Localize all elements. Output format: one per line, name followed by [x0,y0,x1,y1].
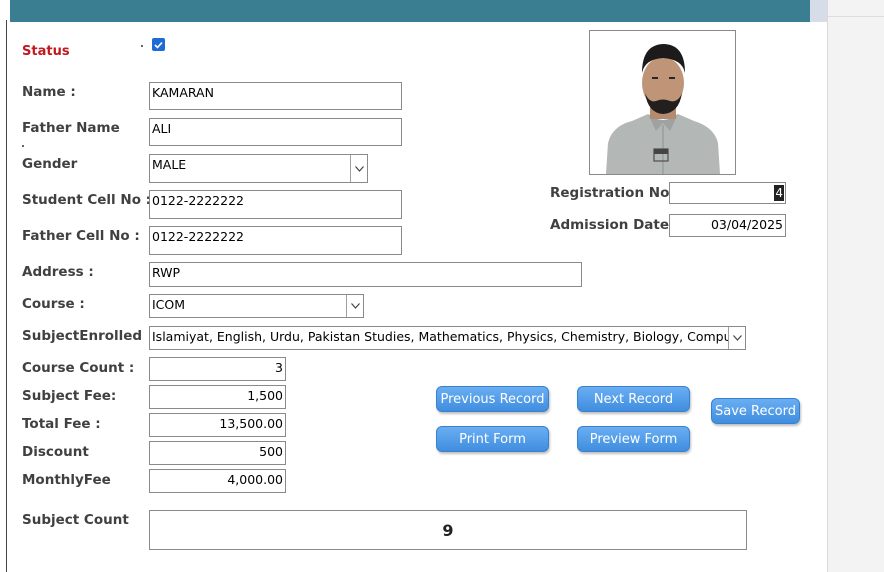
monthly-fee-label: MonthlyFee [22,472,111,488]
student-cell-field[interactable]: 0122-2222222 [149,190,402,219]
course-select[interactable]: ICOM [149,294,364,318]
course-count-label: Course Count : [22,360,135,376]
student-photo-image [590,31,735,174]
father-name-label: Father Name [22,120,120,136]
print-form-button[interactable]: Print Form [436,426,549,452]
gender-dropdown-button[interactable] [350,155,367,182]
subject-fee-field[interactable]: 1,500 [149,385,286,409]
status-label: Status [22,44,70,59]
subject-count-label: Subject Count [22,512,129,528]
address-label: Address : [22,264,94,280]
total-fee-field[interactable]: 13,500.00 [149,413,286,437]
admission-date-label: Admission Date [550,217,670,233]
gender-value: MALE [152,157,187,172]
previous-record-button[interactable]: Previous Record [436,386,549,412]
save-record-button[interactable]: Save Record [711,398,800,424]
form-right-border [827,0,828,572]
gender-label: Gender [22,156,78,172]
subject-count-field[interactable]: 9 [149,510,747,550]
course-count-field[interactable]: 3 [149,357,286,381]
student-photo [589,30,736,175]
subjects-enrolled-label: SubjectEnrolled [22,328,143,344]
discount-label: Discount [22,444,89,460]
registration-no-label: Registration No [550,185,670,201]
course-label: Course : [22,296,85,312]
name-field[interactable]: KAMARAN [149,82,402,110]
address-field[interactable]: RWP [149,262,582,287]
background-area [827,0,884,572]
course-value: ICOM [152,297,186,312]
chevron-down-icon [350,303,360,309]
scrollbar-top[interactable] [810,0,827,22]
father-name-field[interactable]: ALI [149,118,402,146]
preview-form-button[interactable]: Preview Form [577,426,690,452]
discount-field[interactable]: 500 [149,441,286,465]
course-dropdown-button[interactable] [346,295,363,317]
subjects-enrolled-select[interactable]: Islamiyat, English, Urdu, Pakistan Studi… [149,326,746,350]
gender-select[interactable]: MALE [149,154,368,183]
name-label: Name : [22,84,76,100]
status-checkbox[interactable] [152,38,165,51]
chevron-down-icon [732,335,742,341]
father-cell-label: Father Cell No : [22,228,140,244]
check-icon [154,41,163,49]
chevron-down-icon [354,165,364,172]
father-cell-field[interactable]: 0122-2222222 [149,226,402,255]
total-fee-label: Total Fee : [22,416,101,432]
registration-no-field[interactable]: 4 [669,182,786,204]
form-left-border [6,20,7,572]
subjects-dropdown-button[interactable] [728,327,745,349]
student-cell-label: Student Cell No : [22,192,152,208]
next-record-button[interactable]: Next Record [577,386,690,412]
subjects-enrolled-value: Islamiyat, English, Urdu, Pakistan Studi… [152,329,746,344]
monthly-fee-field[interactable]: 4,000.00 [149,469,286,493]
label-dot [22,145,24,147]
admission-date-field[interactable]: 03/04/2025 [669,214,786,237]
background-divider [828,16,884,17]
registration-no-value: 4 [774,185,784,201]
status-dot [141,45,143,47]
subject-fee-label: Subject Fee: [22,388,117,404]
form-header-bar [10,0,810,22]
